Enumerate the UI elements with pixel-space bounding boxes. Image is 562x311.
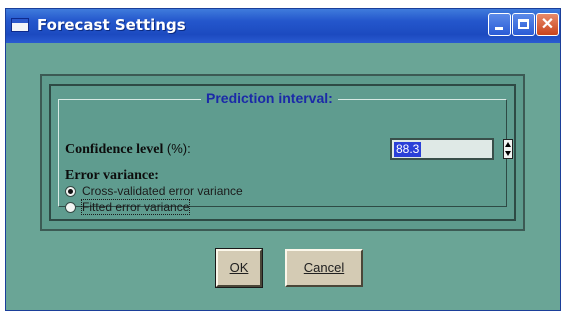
minimize-icon <box>495 27 503 30</box>
group-title: Prediction interval: <box>201 90 338 106</box>
close-icon: ✕ <box>540 16 555 33</box>
radio-fitted-label[interactable]: Fitted error variance <box>80 199 191 215</box>
prediction-interval-inner: Prediction interval: Confidence level (%… <box>49 84 516 221</box>
prediction-interval-panel: Prediction interval: Confidence level (%… <box>40 74 525 231</box>
radio-cross-validated-label[interactable]: Cross-validated error variance <box>82 184 243 198</box>
confidence-level-spinner[interactable] <box>503 139 513 159</box>
error-variance-label: Error variance: <box>65 168 159 183</box>
confidence-level-label: Confidence level (%): <box>65 141 191 158</box>
window-title: Forecast Settings <box>37 16 186 34</box>
cancel-button[interactable]: Cancel <box>285 249 363 287</box>
minimize-button[interactable] <box>488 13 511 36</box>
app-window-icon <box>11 18 29 32</box>
maximize-icon <box>518 19 529 29</box>
confidence-level-unit: (%): <box>166 141 191 156</box>
ok-button-label: OK <box>229 260 249 275</box>
radio-button-icon[interactable] <box>65 186 76 197</box>
radio-selected-dot <box>68 189 73 194</box>
cancel-button-label: Cancel <box>303 260 345 275</box>
confidence-level-text: Confidence level <box>65 142 164 157</box>
title-bar[interactable]: Forecast Settings ✕ <box>6 9 560 43</box>
spin-down-icon[interactable] <box>505 151 511 156</box>
close-button[interactable]: ✕ <box>536 13 559 36</box>
maximize-button[interactable] <box>512 13 535 36</box>
ok-button[interactable]: OK <box>215 248 263 288</box>
forecast-settings-dialog: Forecast Settings ✕ Prediction interval:… <box>5 8 561 311</box>
confidence-level-value: 88.3 <box>394 142 422 157</box>
spin-up-icon[interactable] <box>505 142 511 147</box>
radio-button-icon[interactable] <box>65 202 76 213</box>
confidence-level-input[interactable]: 88.3 <box>390 138 494 160</box>
